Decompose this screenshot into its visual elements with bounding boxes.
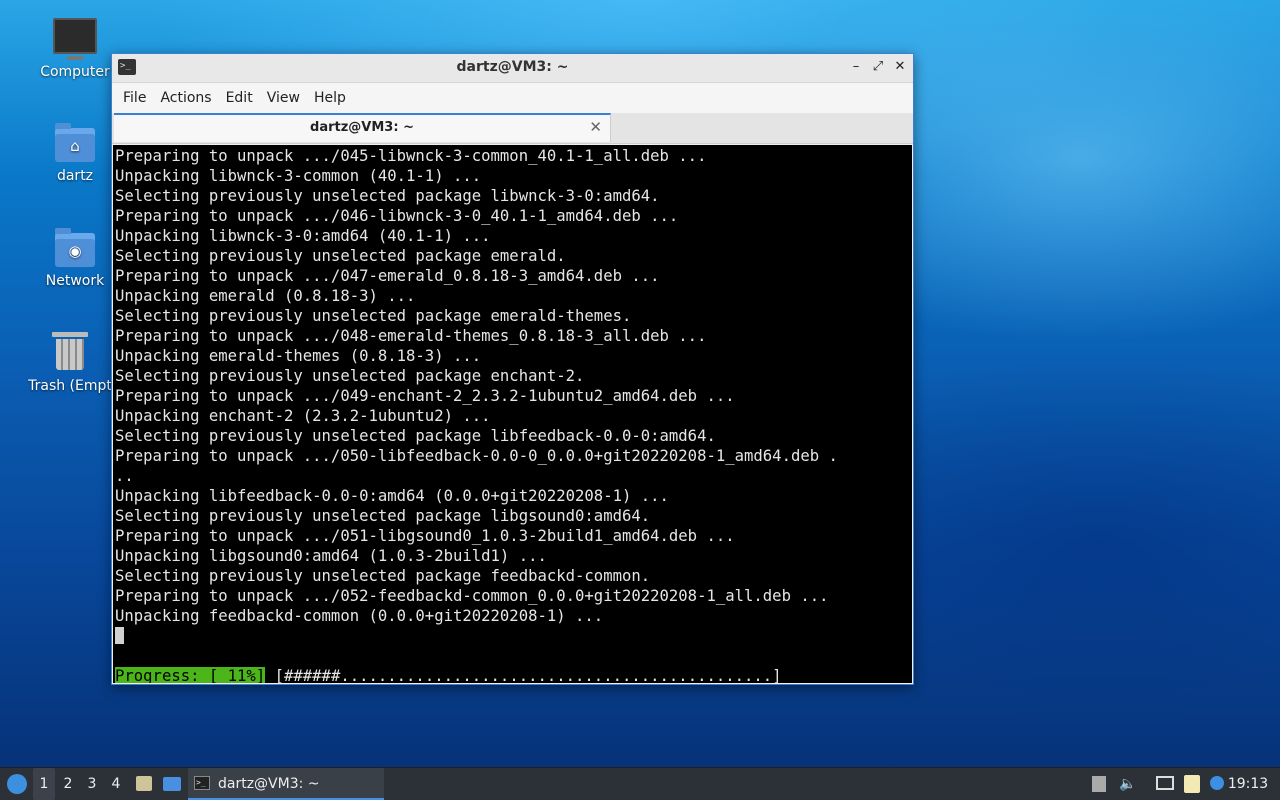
terminal-line: Unpacking enchant-2 (2.3.2-1ubuntu2) ... (115, 407, 491, 425)
progress-line: Progress: [ 11%] [######................… (115, 666, 912, 683)
show-desktop-button[interactable] (161, 768, 183, 800)
desktop-icon-computer[interactable]: Computer (27, 18, 123, 80)
terminal-line: Preparing to unpack .../050-libfeedback-… (115, 447, 838, 465)
menu-help[interactable]: Help (307, 90, 353, 106)
tab-terminal[interactable]: dartz@VM3: ~ ✕ (114, 113, 611, 142)
home-folder-icon: ⌂ (55, 123, 95, 162)
terminal-cursor-line (115, 626, 912, 646)
terminal-line: Unpacking feedbackd-common (0.0.0+git202… (115, 607, 604, 625)
menubar: File Actions Edit View Help (112, 83, 913, 113)
terminal-line: Selecting previously unselected package … (115, 507, 651, 525)
network-icon[interactable] (1156, 776, 1174, 790)
desktop-icon-network[interactable]: ◉ Network (27, 228, 123, 289)
task-label: dartz@VM3: ~ (218, 776, 320, 792)
trash-icon (52, 332, 88, 370)
minimize-button[interactable]: – (849, 58, 863, 76)
terminal-line: Preparing to unpack .../049-enchant-2_2.… (115, 387, 735, 405)
terminal-line: Selecting previously unselected package … (115, 367, 585, 385)
window-titlebar[interactable]: >_ dartz@VM3: ~ – ⤢ ✕ (112, 54, 913, 83)
update-notifier-icon[interactable] (1210, 776, 1224, 790)
terminal-line: Unpacking emerald (0.8.18-3) ... (115, 287, 416, 305)
workspace-2[interactable]: 2 (57, 768, 79, 800)
window-title: dartz@VM3: ~ (456, 59, 569, 75)
terminal-line: Preparing to unpack .../052-feedbackd-co… (115, 587, 829, 605)
progress-bar: [######.................................… (274, 667, 782, 683)
tab-close-icon[interactable]: ✕ (589, 118, 602, 136)
desktop-icon-label: Trash (Empt (28, 378, 112, 394)
terminal-line: Selecting previously unselected package … (115, 567, 651, 585)
progress-label: Progress: [ 11%] (115, 667, 266, 683)
terminal-line: Selecting previously unselected package … (115, 307, 632, 325)
terminal-line: Selecting previously unselected package … (115, 427, 716, 445)
menu-file[interactable]: File (116, 90, 153, 106)
taskbar-task-terminal[interactable]: >_ dartz@VM3: ~ (188, 768, 384, 800)
start-menu-button[interactable] (4, 768, 30, 800)
terminal-window[interactable]: >_ dartz@VM3: ~ – ⤢ ✕ File Actions Edit … (111, 53, 914, 685)
taskbar: 1 2 3 4 >_ dartz@VM3: ~ 🔈 19:13 (0, 767, 1280, 800)
desktop-icon-home[interactable]: ⌂ dartz (27, 123, 123, 184)
clock[interactable]: 19:13 (1226, 768, 1270, 800)
terminal-line: Preparing to unpack .../051-libgsound0_1… (115, 527, 735, 545)
terminal-line: Preparing to unpack .../045-libwnck-3-co… (115, 147, 707, 165)
maximize-button[interactable]: ⤢ (871, 58, 885, 76)
lubuntu-logo-icon (7, 774, 27, 794)
desktop-icon (163, 777, 181, 791)
tab-label: dartz@VM3: ~ (310, 120, 414, 135)
menu-view[interactable]: View (260, 90, 307, 106)
desktop-icon-trash[interactable]: Trash (Empt (22, 332, 118, 394)
file-manager-icon (136, 776, 152, 791)
workspace-4[interactable]: 4 (105, 768, 127, 800)
close-button[interactable]: ✕ (893, 58, 907, 76)
text-cursor (115, 627, 124, 644)
terminal-output[interactable]: Preparing to unpack .../045-libwnck-3-co… (113, 145, 912, 683)
menu-actions[interactable]: Actions (153, 90, 218, 106)
terminal-line: Unpacking emerald-themes (0.8.18-3) ... (115, 347, 482, 365)
workspace-3[interactable]: 3 (81, 768, 103, 800)
terminal-line: Selecting previously unselected package … (115, 187, 660, 205)
terminal-line: Unpacking libwnck-3-common (40.1-1) ... (115, 167, 482, 185)
terminal-line: Preparing to unpack .../047-emerald_0.8.… (115, 267, 660, 285)
terminal-line: Unpacking libgsound0:amd64 (1.0.3-2build… (115, 547, 547, 565)
terminal-line: Selecting previously unselected package … (115, 247, 566, 265)
menu-edit[interactable]: Edit (219, 90, 260, 106)
terminal-line: Unpacking libwnck-3-0:amd64 (40.1-1) ... (115, 227, 491, 245)
workspace-1[interactable]: 1 (33, 768, 55, 800)
desktop-icon-label: Network (45, 273, 105, 289)
terminal-line: Preparing to unpack .../046-libwnck-3-0_… (115, 207, 679, 225)
desktop-icon-label: dartz (56, 168, 94, 184)
terminal-line: Unpacking libfeedback-0.0-0:amd64 (0.0.0… (115, 487, 669, 505)
terminal-icon: >_ (194, 776, 210, 790)
computer-icon (53, 18, 97, 60)
clipboard-icon[interactable] (1184, 775, 1200, 793)
network-folder-icon: ◉ (55, 228, 95, 267)
desktop-icon-label: Computer (40, 64, 110, 80)
volume-icon[interactable]: 🔈 (1119, 776, 1136, 792)
file-manager-launcher[interactable] (134, 768, 154, 800)
tab-bar: dartz@VM3: ~ ✕ (112, 113, 913, 144)
eject-icon[interactable] (1092, 776, 1106, 792)
terminal-line: .. (115, 467, 134, 485)
terminal-line: Preparing to unpack .../048-emerald-them… (115, 327, 707, 345)
